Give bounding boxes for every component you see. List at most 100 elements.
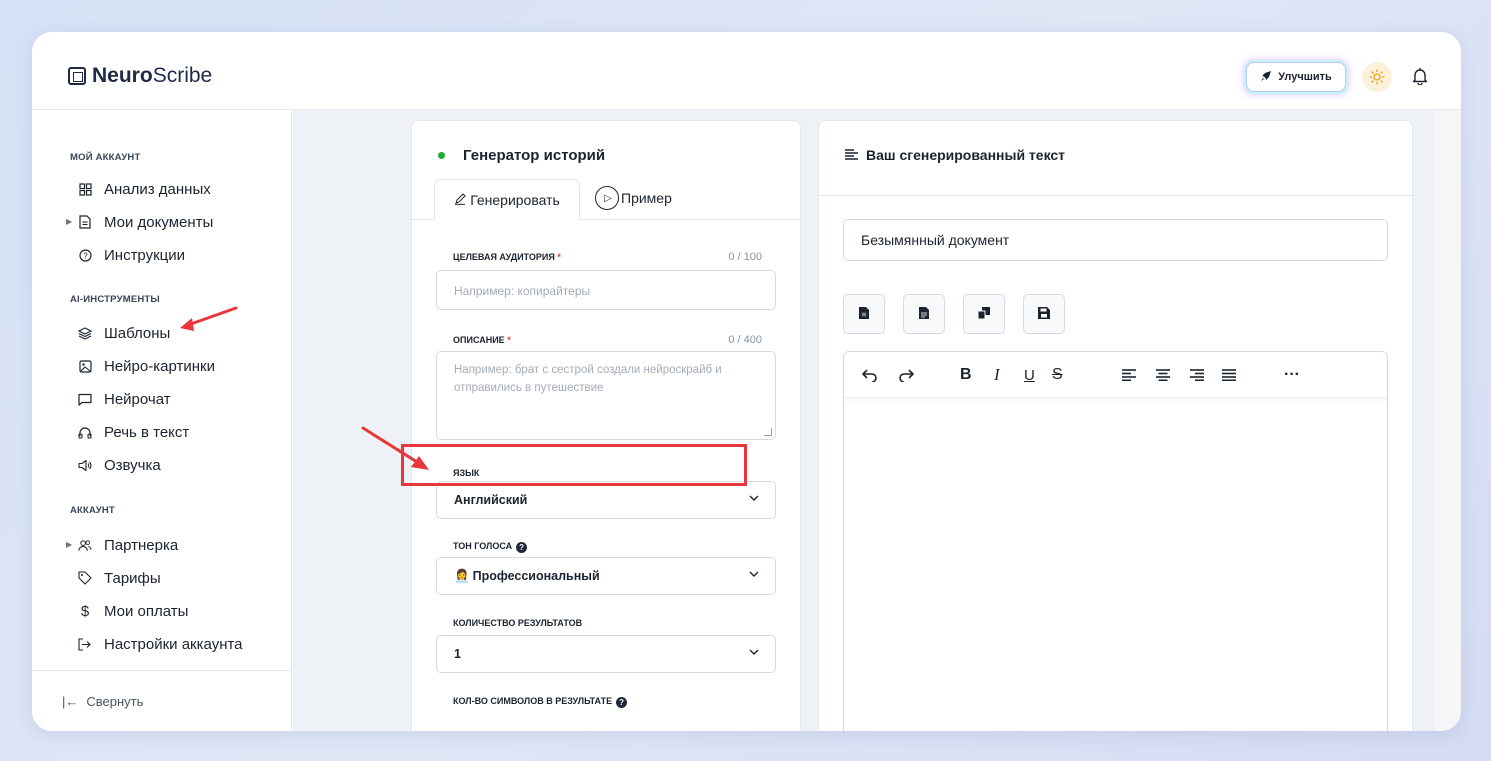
results-count-value: 1 (454, 647, 461, 661)
sidebar-item-label: Настройки аккаунта (104, 635, 243, 653)
sidebar-item-label: Нейро-картинки (104, 357, 215, 375)
language-select[interactable]: Английский (436, 481, 776, 519)
sidebar-item-my-payments[interactable]: $ Мои оплаты (78, 599, 189, 623)
sidebar-item-neuro-images[interactable]: Нейро-картинки (78, 354, 215, 378)
sidebar-item-label: Мои документы (104, 213, 214, 231)
scroll-gutter (1435, 110, 1461, 731)
align-right-icon[interactable] (1190, 365, 1204, 385)
generator-title-text: Генератор историй (463, 147, 606, 164)
export-word-button[interactable]: W (843, 294, 885, 334)
tone-select[interactable]: 👩‍💼 Профессиональный (436, 557, 776, 595)
sidebar-item-tariffs[interactable]: Тарифы (78, 566, 161, 590)
tab-example[interactable]: ▷ Пример (595, 185, 672, 211)
collapse-sidebar-button[interactable]: |← Свернуть (62, 694, 143, 709)
tab-generate[interactable]: Генерировать (434, 179, 580, 220)
chars-count-label: КОЛ-ВО СИМВОЛОВ В РЕЗУЛЬТАТЕ? (453, 696, 628, 708)
description-label: ОПИСАНИЕ * (453, 335, 511, 345)
more-options-icon[interactable]: ··· (1284, 365, 1300, 385)
align-justify-icon[interactable] (1222, 365, 1236, 385)
logo-rest: Scribe (152, 64, 213, 87)
audience-input[interactable]: Например: копирайтеры (436, 270, 776, 310)
tone-value: 👩‍💼 Профессиональный (454, 569, 600, 584)
expand-caret-icon[interactable]: ▶ (66, 217, 72, 226)
sidebar-item-my-documents[interactable]: Мои документы (78, 210, 213, 234)
tone-label-text: ТОН ГОЛОСА (453, 541, 513, 551)
sidebar-item-label: Тарифы (104, 569, 161, 587)
logout-icon (78, 637, 92, 651)
speaker-icon (78, 458, 92, 472)
rich-text-editor[interactable]: B I U S ··· (843, 351, 1388, 731)
expand-caret-icon[interactable]: ▶ (66, 540, 72, 549)
results-count-label: КОЛИЧЕСТВО РЕЗУЛЬТАТОВ (453, 618, 583, 628)
tag-icon (78, 571, 92, 585)
arrow-to-language-icon (361, 426, 429, 470)
arrow-to-templates-icon (180, 306, 238, 331)
help-icon[interactable]: ? (516, 542, 528, 553)
description-textarea[interactable]: Например: брат с сестрой создали нейроск… (436, 351, 776, 440)
resize-handle[interactable] (764, 428, 772, 436)
audience-counter: 0 / 100 (728, 251, 762, 263)
sidebar-item-instructions[interactable]: ? Инструкции (78, 243, 185, 267)
sidebar-item-data-analysis[interactable]: Анализ данных (78, 177, 211, 201)
language-value: Английский (454, 493, 528, 507)
rocket-icon (1260, 70, 1272, 85)
theme-toggle-sun-icon[interactable] (1362, 62, 1392, 92)
copy-button[interactable] (963, 294, 1005, 334)
strikethrough-icon[interactable]: S (1052, 365, 1063, 385)
bell-icon[interactable] (1408, 64, 1432, 88)
section-ai-tools: AI-ИНСТРУМЕНТЫ (70, 294, 160, 305)
person-emoji-icon: 👩‍💼 (454, 569, 470, 583)
redo-icon[interactable] (898, 365, 914, 385)
generator-panel: Генератор историй Генерировать ▷ Пример … (411, 120, 801, 731)
upgrade-button[interactable]: Улучшить (1246, 62, 1346, 92)
document-name-input[interactable]: Безымянный документ (843, 219, 1388, 261)
editor-toolbar: B I U S ··· (844, 352, 1387, 398)
help-icon[interactable]: ? (616, 697, 628, 708)
image-icon (78, 359, 92, 373)
align-left-icon[interactable] (1122, 365, 1136, 385)
generator-title: Генератор историй (438, 147, 605, 164)
sidebar-item-label: Нейрочат (104, 390, 171, 408)
undo-icon[interactable] (862, 365, 878, 385)
sidebar-item-templates[interactable]: Шаблоны (78, 321, 170, 345)
align-center-icon[interactable] (1156, 365, 1170, 385)
tone-value-text: Профессиональный (472, 569, 600, 583)
collapse-icon: |← (62, 694, 79, 709)
sidebar-item-account-settings[interactable]: Настройки аккаунта (78, 632, 243, 656)
section-account: АККАУНТ (70, 505, 115, 516)
upgrade-label: Улучшить (1278, 71, 1332, 83)
sidebar-item-label: Анализ данных (104, 180, 211, 198)
help-circle-icon: ? (78, 248, 92, 262)
save-button[interactable] (1023, 294, 1065, 334)
sidebar-item-neurochat[interactable]: Нейрочат (78, 387, 171, 411)
tab-example-label: Пример (621, 190, 672, 206)
results-count-select[interactable]: 1 (436, 635, 776, 673)
sidebar: МОЙ АККАУНТ Анализ данных ▶ Мои документ… (32, 110, 292, 731)
export-text-button[interactable] (903, 294, 945, 334)
users-icon (78, 538, 92, 552)
italic-icon[interactable]: I (994, 365, 1000, 385)
chevron-down-icon (749, 647, 759, 658)
highlight-box (401, 444, 747, 486)
sidebar-item-partners[interactable]: Партнерка (78, 533, 178, 557)
underline-icon[interactable]: U (1024, 365, 1035, 385)
sidebar-item-label: Озвучка (104, 456, 161, 474)
output-title-text: Ваш сгенерированный текст (866, 147, 1066, 163)
word-file-icon: W (859, 306, 869, 322)
audience-label-text: ЦЕЛЕВАЯ АУДИТОРИЯ (453, 252, 555, 262)
tone-label: ТОН ГОЛОСА? (453, 541, 528, 553)
sidebar-item-speech-to-text[interactable]: Речь в текст (78, 420, 189, 444)
chevron-down-icon (749, 569, 759, 580)
sidebar-item-voiceover[interactable]: Озвучка (78, 453, 161, 477)
tab-generate-label: Генерировать (470, 191, 560, 208)
logo[interactable]: Neuro Scribe (68, 64, 212, 88)
sidebar-item-label: Партнерка (104, 536, 179, 554)
svg-text:W: W (862, 312, 867, 318)
sidebar-item-label: Инструкции (104, 246, 186, 264)
app-window: Neuro Scribe Улучшить МОЙ АККАУНТ Анализ … (32, 32, 1461, 731)
audience-label: ЦЕЛЕВАЯ АУДИТОРИЯ * (453, 252, 561, 262)
bold-icon[interactable]: B (960, 365, 972, 385)
sidebar-item-label: Мои оплаты (104, 602, 189, 620)
chevron-down-icon (749, 493, 759, 504)
pencil-icon (454, 192, 466, 208)
